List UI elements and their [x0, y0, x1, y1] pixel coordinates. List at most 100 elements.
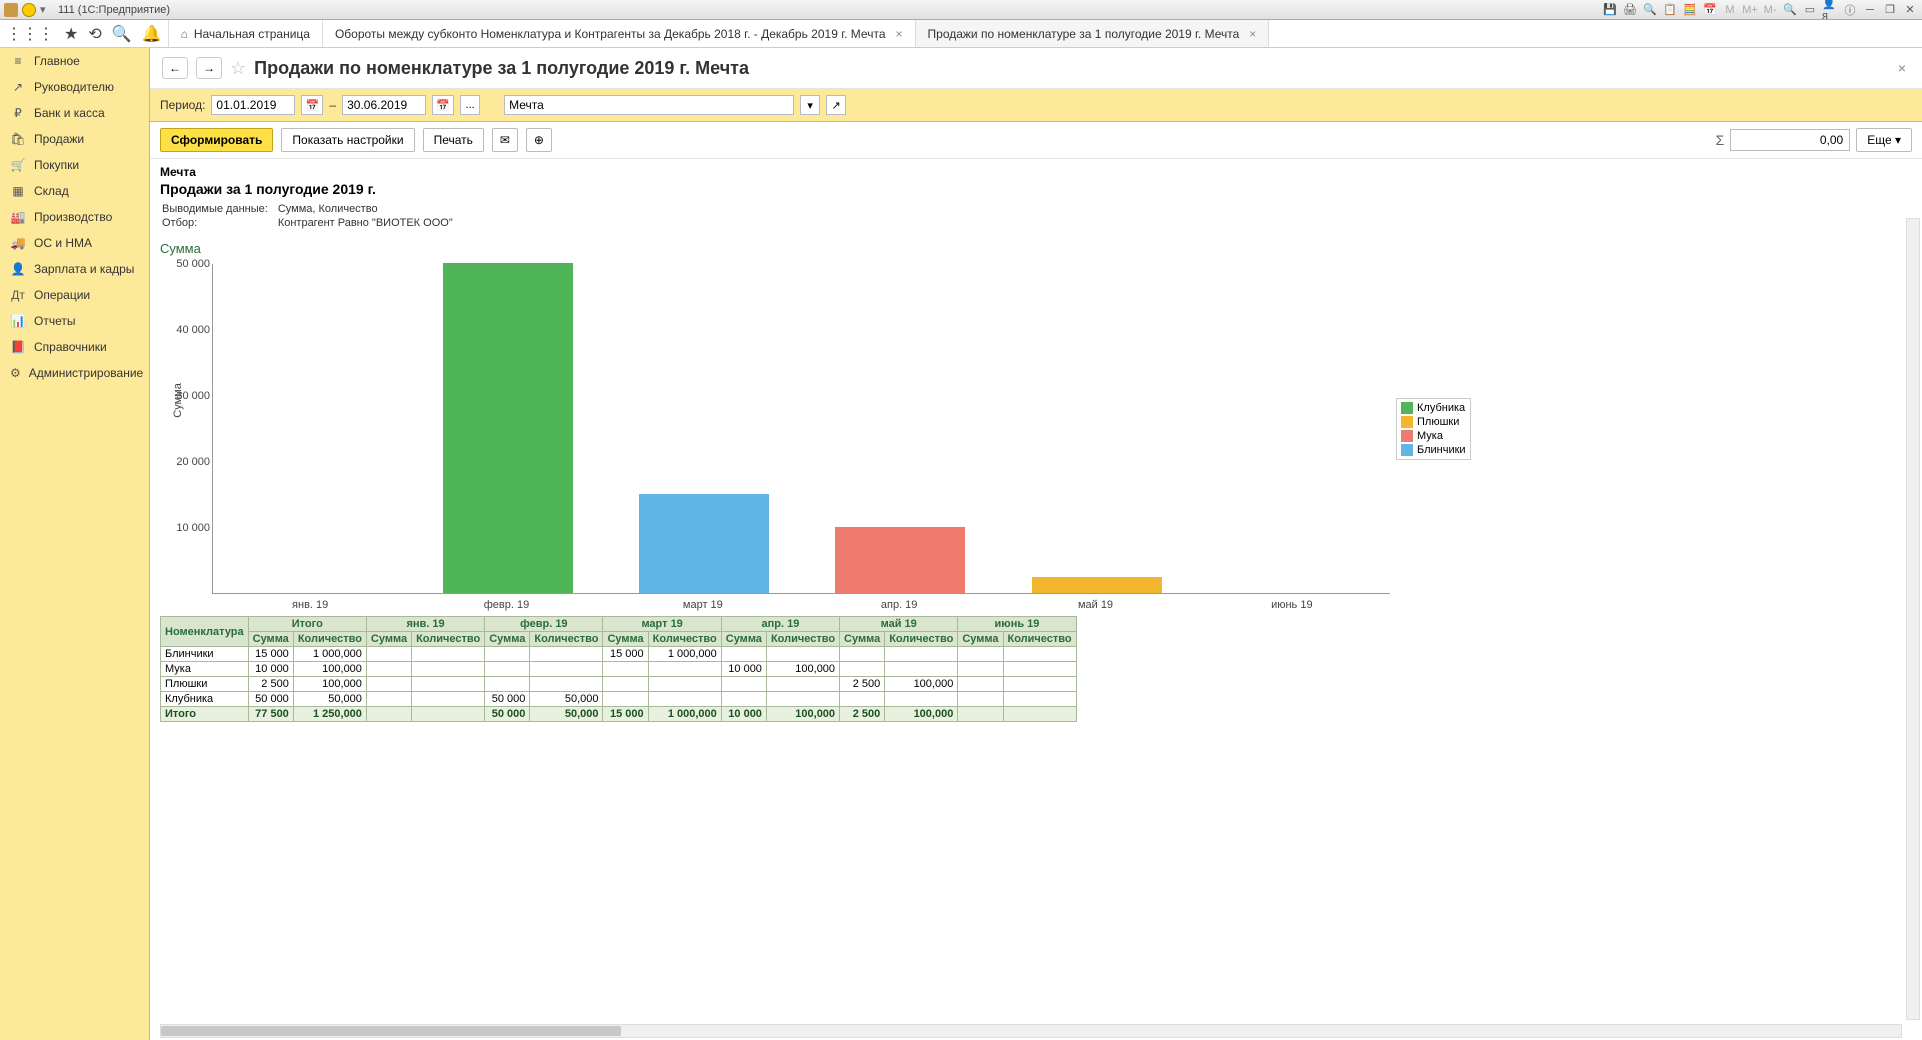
tab-close-icon[interactable]: ×: [896, 27, 903, 41]
tab[interactable]: Обороты между субконто Номенклатура и Ко…: [323, 20, 916, 47]
user-icon[interactable]: 👤я: [1822, 2, 1838, 18]
close-icon[interactable]: ✕: [1902, 2, 1918, 18]
date-from-input[interactable]: [211, 95, 295, 115]
star-icon[interactable]: ★: [64, 24, 78, 44]
bell-icon[interactable]: 🔔: [142, 24, 162, 44]
tab[interactable]: ⌂Начальная страница: [169, 20, 323, 47]
sidebar-item[interactable]: ↗ Руководителю: [0, 74, 149, 100]
top-nav: ⋮⋮⋮ ★ ⟲ 🔍 🔔 ⌂Начальная страница Обороты м…: [0, 20, 1922, 48]
sidebar-item[interactable]: 🏭Производство: [0, 204, 149, 230]
minimize-icon[interactable]: ─: [1862, 2, 1878, 18]
legend-swatch: [1401, 430, 1413, 442]
x-tick: март 19: [683, 599, 723, 611]
show-settings-button[interactable]: Показать настройки: [281, 128, 414, 152]
print-button[interactable]: Печать: [423, 128, 484, 152]
dropdown-icon[interactable]: [22, 3, 36, 17]
sidebar-item-label: Главное: [34, 54, 80, 68]
sidebar-item[interactable]: ≡ Главное: [0, 48, 149, 74]
sidebar-icon: 📕: [10, 340, 26, 354]
preview-icon[interactable]: 🔍: [1642, 2, 1658, 18]
dash: –: [329, 98, 336, 112]
sidebar-item-label: Склад: [34, 184, 69, 198]
calendar-to-button[interactable]: 📅: [432, 95, 454, 115]
sidebar-item[interactable]: ₽Банк и касса: [0, 100, 149, 126]
tab-label: Обороты между субконто Номенклатура и Ко…: [335, 27, 886, 41]
legend-item: Мука: [1399, 429, 1468, 443]
org-input[interactable]: [504, 95, 794, 115]
y-tick: 40 000: [170, 324, 210, 336]
sidebar-item[interactable]: ⚙Администрирование: [0, 360, 149, 386]
sidebar-item[interactable]: 🚚ОС и НМА: [0, 230, 149, 256]
vertical-scrollbar[interactable]: [1906, 218, 1920, 1020]
generate-button[interactable]: Сформировать: [160, 128, 273, 152]
sidebar-item-label: Операции: [34, 288, 90, 302]
export-button[interactable]: ⊕: [526, 128, 552, 152]
sidebar-item-label: Зарплата и кадры: [34, 262, 134, 276]
sidebar-item[interactable]: 🛒Покупки: [0, 152, 149, 178]
calendar-icon[interactable]: 📅: [1702, 2, 1718, 18]
tab-close-icon[interactable]: ×: [1249, 27, 1256, 41]
search-icon[interactable]: 🔍: [112, 24, 132, 44]
y-tick: 30 000: [170, 390, 210, 402]
more-button[interactable]: Еще ▾: [1856, 128, 1912, 152]
apps-icon[interactable]: ⋮⋮⋮: [6, 24, 54, 44]
tab-label: Начальная страница: [194, 27, 310, 41]
tab[interactable]: Продажи по номенклатуре за 1 полугодие 2…: [916, 20, 1270, 47]
sum-sign: Σ: [1716, 132, 1725, 148]
sidebar-item-label: Продажи: [34, 132, 84, 146]
sidebar-item[interactable]: ДтОперации: [0, 282, 149, 308]
forward-button[interactable]: →: [196, 57, 222, 79]
favorite-button[interactable]: ☆: [230, 58, 246, 79]
horizontal-scrollbar[interactable]: [160, 1024, 1902, 1038]
x-tick: апр. 19: [881, 599, 918, 611]
bar: [443, 263, 573, 593]
legend-label: Мука: [1417, 430, 1443, 442]
calc-icon[interactable]: 🧮: [1682, 2, 1698, 18]
org-dropdown-button[interactable]: ▾: [800, 95, 820, 115]
page-title: Продажи по номенклатуре за 1 полугодие 2…: [254, 58, 749, 79]
sidebar-item[interactable]: 🛍Продажи: [0, 126, 149, 152]
legend-swatch: [1401, 444, 1413, 456]
period-options-button[interactable]: ...: [460, 95, 480, 115]
info-icon[interactable]: ⓘ: [1842, 2, 1858, 18]
layout-icon[interactable]: ▭: [1802, 2, 1818, 18]
mplus-icon[interactable]: M+: [1742, 2, 1758, 18]
m-icon[interactable]: M: [1722, 2, 1738, 18]
mminus-icon[interactable]: M-: [1762, 2, 1778, 18]
sidebar-item-label: Банк и касса: [34, 106, 105, 120]
save-icon[interactable]: 💾: [1602, 2, 1618, 18]
org-open-button[interactable]: ↗: [826, 95, 846, 115]
action-bar: Сформировать Показать настройки Печать ✉…: [150, 122, 1922, 159]
sidebar-item[interactable]: 📕 Справочники: [0, 334, 149, 360]
date-to-input[interactable]: [342, 95, 426, 115]
sum-input[interactable]: [1730, 129, 1850, 151]
chevron-down-icon[interactable]: ▾: [40, 3, 50, 16]
sidebar: ≡ Главное ↗ Руководителю ₽Банк и касса🛍Прода…: [0, 48, 150, 1040]
legend-label: Клубника: [1417, 402, 1465, 414]
sidebar-icon: 🏭: [10, 210, 26, 224]
report-body: Мечта Продажи за 1 полугодие 2019 г. Выв…: [150, 159, 1922, 1040]
close-page-button[interactable]: ×: [1894, 56, 1910, 80]
back-button[interactable]: ←: [162, 57, 188, 79]
zoom-icon[interactable]: 🔍: [1782, 2, 1798, 18]
sidebar-item[interactable]: 👤Зарплата и кадры: [0, 256, 149, 282]
sidebar-icon: ↗: [10, 80, 26, 94]
email-button[interactable]: ✉: [492, 128, 518, 152]
maximize-icon[interactable]: ❐: [1882, 2, 1898, 18]
history-icon[interactable]: ⟲: [88, 24, 101, 44]
sidebar-item[interactable]: ▦Склад: [0, 178, 149, 204]
window-title: 111 (1С:Предприятие): [58, 4, 170, 16]
clipboard-icon[interactable]: 📋: [1662, 2, 1678, 18]
print-icon[interactable]: 🖨: [1622, 2, 1638, 18]
sidebar-item-label: Руководителю: [34, 80, 114, 94]
sidebar-icon: ≡: [10, 54, 26, 68]
chart-legend: КлубникаПлюшкиМукаБлинчики: [1396, 398, 1471, 460]
sidebar-item-label: Справочники: [34, 340, 107, 354]
x-tick: февр. 19: [484, 599, 529, 611]
x-tick: май 19: [1078, 599, 1113, 611]
chart: Сумма 10 00020 00030 00040 00050 000янв.…: [160, 264, 1390, 594]
legend-item: Клубника: [1399, 401, 1468, 415]
sidebar-item[interactable]: 📊Отчеты: [0, 308, 149, 334]
report-org: Мечта: [160, 165, 1912, 179]
calendar-from-button[interactable]: 📅: [301, 95, 323, 115]
